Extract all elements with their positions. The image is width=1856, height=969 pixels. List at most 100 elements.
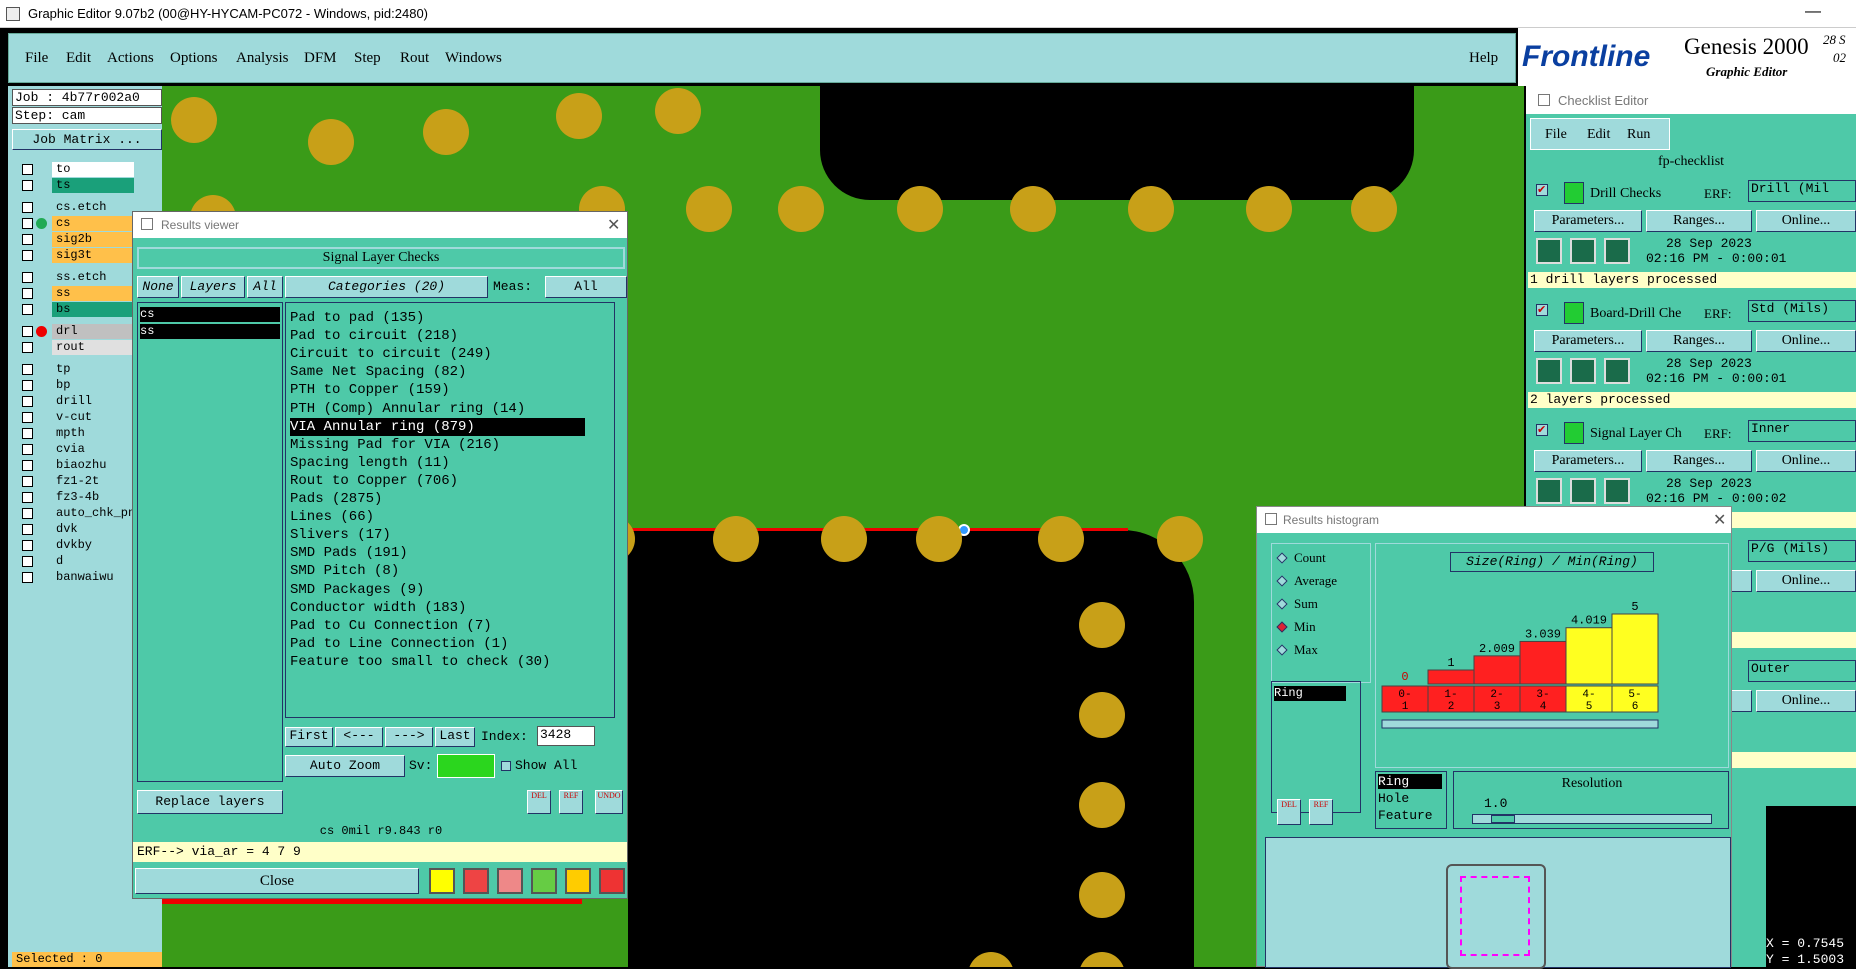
erf-value[interactable]: Std (Mils) <box>1748 300 1856 322</box>
layer-name[interactable]: cvia <box>52 442 134 457</box>
layer-name[interactable]: fz1-2t <box>52 474 134 489</box>
layer-row[interactable]: fz3-4b <box>16 490 142 505</box>
checklist-item-name[interactable]: Drill Checks <box>1590 186 1661 202</box>
layer-row[interactable]: cvia <box>16 442 142 457</box>
run-icon[interactable] <box>1570 478 1596 504</box>
layer-name[interactable]: d <box>52 554 134 569</box>
ranges-button[interactable]: Ranges... <box>1646 450 1752 472</box>
layer-checkbox[interactable] <box>22 444 33 455</box>
layer-row[interactable]: bp <box>16 378 142 393</box>
none-button[interactable]: None <box>137 276 179 298</box>
categories-button[interactable]: Categories (20) <box>285 276 488 298</box>
run-icon[interactable] <box>1604 238 1630 264</box>
category-item[interactable]: Pad to pad (135) <box>290 309 424 327</box>
layer-checkbox[interactable] <box>22 460 33 471</box>
tool-icon-6[interactable] <box>599 868 625 894</box>
histogram-del-button[interactable]: DEL <box>1277 799 1301 825</box>
menu-actions[interactable]: Actions <box>107 50 154 67</box>
tool-icon-2[interactable] <box>463 868 489 894</box>
layer-name[interactable]: tp <box>52 362 134 377</box>
resolution-slider-handle[interactable] <box>1491 815 1515 823</box>
histogram-close-icon[interactable]: ✕ <box>1713 510 1726 530</box>
ref-button[interactable]: REF <box>559 790 583 814</box>
prev-button[interactable]: <--- <box>335 727 383 747</box>
meas-dropdown[interactable]: All <box>545 276 627 298</box>
layer-checkbox[interactable] <box>22 180 33 191</box>
layer-name[interactable]: fz3-4b <box>52 490 134 505</box>
layer-name[interactable]: drl <box>52 324 134 339</box>
layer-result-list[interactable]: cs ss <box>137 302 283 782</box>
run-icon[interactable] <box>1570 238 1596 264</box>
layers-button[interactable]: Layers <box>181 276 245 298</box>
layer-row[interactable]: tp <box>16 362 142 377</box>
online-button[interactable]: Online... <box>1756 450 1856 472</box>
layer-checkbox[interactable] <box>22 556 33 567</box>
layer-row[interactable]: ss <box>16 286 142 301</box>
layer-row[interactable]: drill <box>16 394 142 409</box>
layer-checkbox[interactable] <box>22 164 33 175</box>
layer-row[interactable]: rout <box>16 340 142 355</box>
checklist-item-name[interactable]: Signal Layer Ch <box>1590 426 1682 442</box>
menu-step[interactable]: Step <box>354 50 381 67</box>
category-item[interactable]: SMD Pads (191) <box>290 544 408 562</box>
category-item[interactable]: PTH to Copper (159) <box>290 381 450 399</box>
layer-checkbox[interactable] <box>22 342 33 353</box>
menu-file[interactable]: File <box>25 50 48 67</box>
layer-row[interactable]: sig2b <box>16 232 142 247</box>
category-item[interactable]: Feature too small to check (30) <box>290 653 550 671</box>
category-item[interactable]: Lines (66) <box>290 508 374 526</box>
sv-color-dropdown[interactable] <box>437 754 495 778</box>
close-icon[interactable]: ✕ <box>607 215 620 235</box>
layer-result-ss[interactable]: ss <box>140 324 280 339</box>
layer-name[interactable]: drill <box>52 394 134 409</box>
layer-row[interactable]: bs <box>16 302 142 317</box>
layer-checkbox[interactable] <box>22 234 33 245</box>
layer-row[interactable]: sig3t <box>16 248 142 263</box>
layer-checkbox[interactable] <box>22 524 33 535</box>
category-item[interactable]: SMD Packages (9) <box>290 581 424 599</box>
layer-name[interactable]: biaozhu <box>52 458 134 473</box>
online-button[interactable]: Online... <box>1756 210 1856 232</box>
layer-checkbox[interactable] <box>22 326 33 337</box>
histogram-scrollbar[interactable] <box>1381 719 1659 729</box>
category-item[interactable]: Rout to Copper (706) <box>290 472 458 490</box>
layer-name[interactable]: cs.etch <box>52 200 134 215</box>
category-item[interactable]: Spacing length (11) <box>290 454 450 472</box>
layer-name[interactable]: ss.etch <box>52 270 134 285</box>
parameters-button[interactable]: Parameters... <box>1534 450 1642 472</box>
category-item[interactable]: Missing Pad for VIA (216) <box>290 436 500 454</box>
layer-name[interactable]: v-cut <box>52 410 134 425</box>
layer-name[interactable]: rout <box>52 340 134 355</box>
menu-dfm[interactable]: DFM <box>304 50 337 67</box>
category-item[interactable]: Pad to circuit (218) <box>290 327 458 345</box>
layer-name[interactable]: bp <box>52 378 134 393</box>
checklist-item-name[interactable]: Board-Drill Che <box>1590 306 1681 322</box>
menu-rout[interactable]: Rout <box>400 50 429 67</box>
layer-row[interactable]: ts <box>16 178 142 193</box>
run-icon[interactable] <box>1536 238 1562 264</box>
histogram-row-list[interactable]: Ring Hole Feature <box>1375 771 1447 829</box>
histogram-row[interactable]: Hole <box>1378 791 1442 806</box>
histogram-list[interactable]: Ring <box>1271 681 1361 813</box>
layer-row[interactable]: dvk <box>16 522 142 537</box>
ranges-button[interactable]: Ranges... <box>1646 330 1752 352</box>
category-item[interactable]: Circuit to circuit (249) <box>290 345 492 363</box>
layer-row[interactable]: cs.etch <box>16 200 142 215</box>
layer-checkbox[interactable] <box>22 508 33 519</box>
online-button[interactable]: Online... <box>1756 330 1856 352</box>
layer-name[interactable]: mpth <box>52 426 134 441</box>
histogram-ref-button[interactable]: REF <box>1309 799 1333 825</box>
category-item[interactable]: Pad to Line Connection (1) <box>290 635 508 653</box>
layer-checkbox[interactable] <box>22 218 33 229</box>
histogram-row[interactable]: Feature <box>1378 808 1442 823</box>
layer-checkbox[interactable] <box>22 396 33 407</box>
layer-name[interactable]: cs <box>52 216 134 231</box>
layer-row[interactable]: mpth <box>16 426 142 441</box>
layer-checkbox[interactable] <box>22 476 33 487</box>
layer-checkbox[interactable] <box>22 250 33 261</box>
resolution-slider[interactable] <box>1472 814 1712 824</box>
run-icon[interactable] <box>1536 478 1562 504</box>
radio-diamond-icon[interactable] <box>1276 575 1288 587</box>
menu-options[interactable]: Options <box>170 50 218 67</box>
category-item[interactable]: VIA Annular ring (879) <box>290 417 585 436</box>
